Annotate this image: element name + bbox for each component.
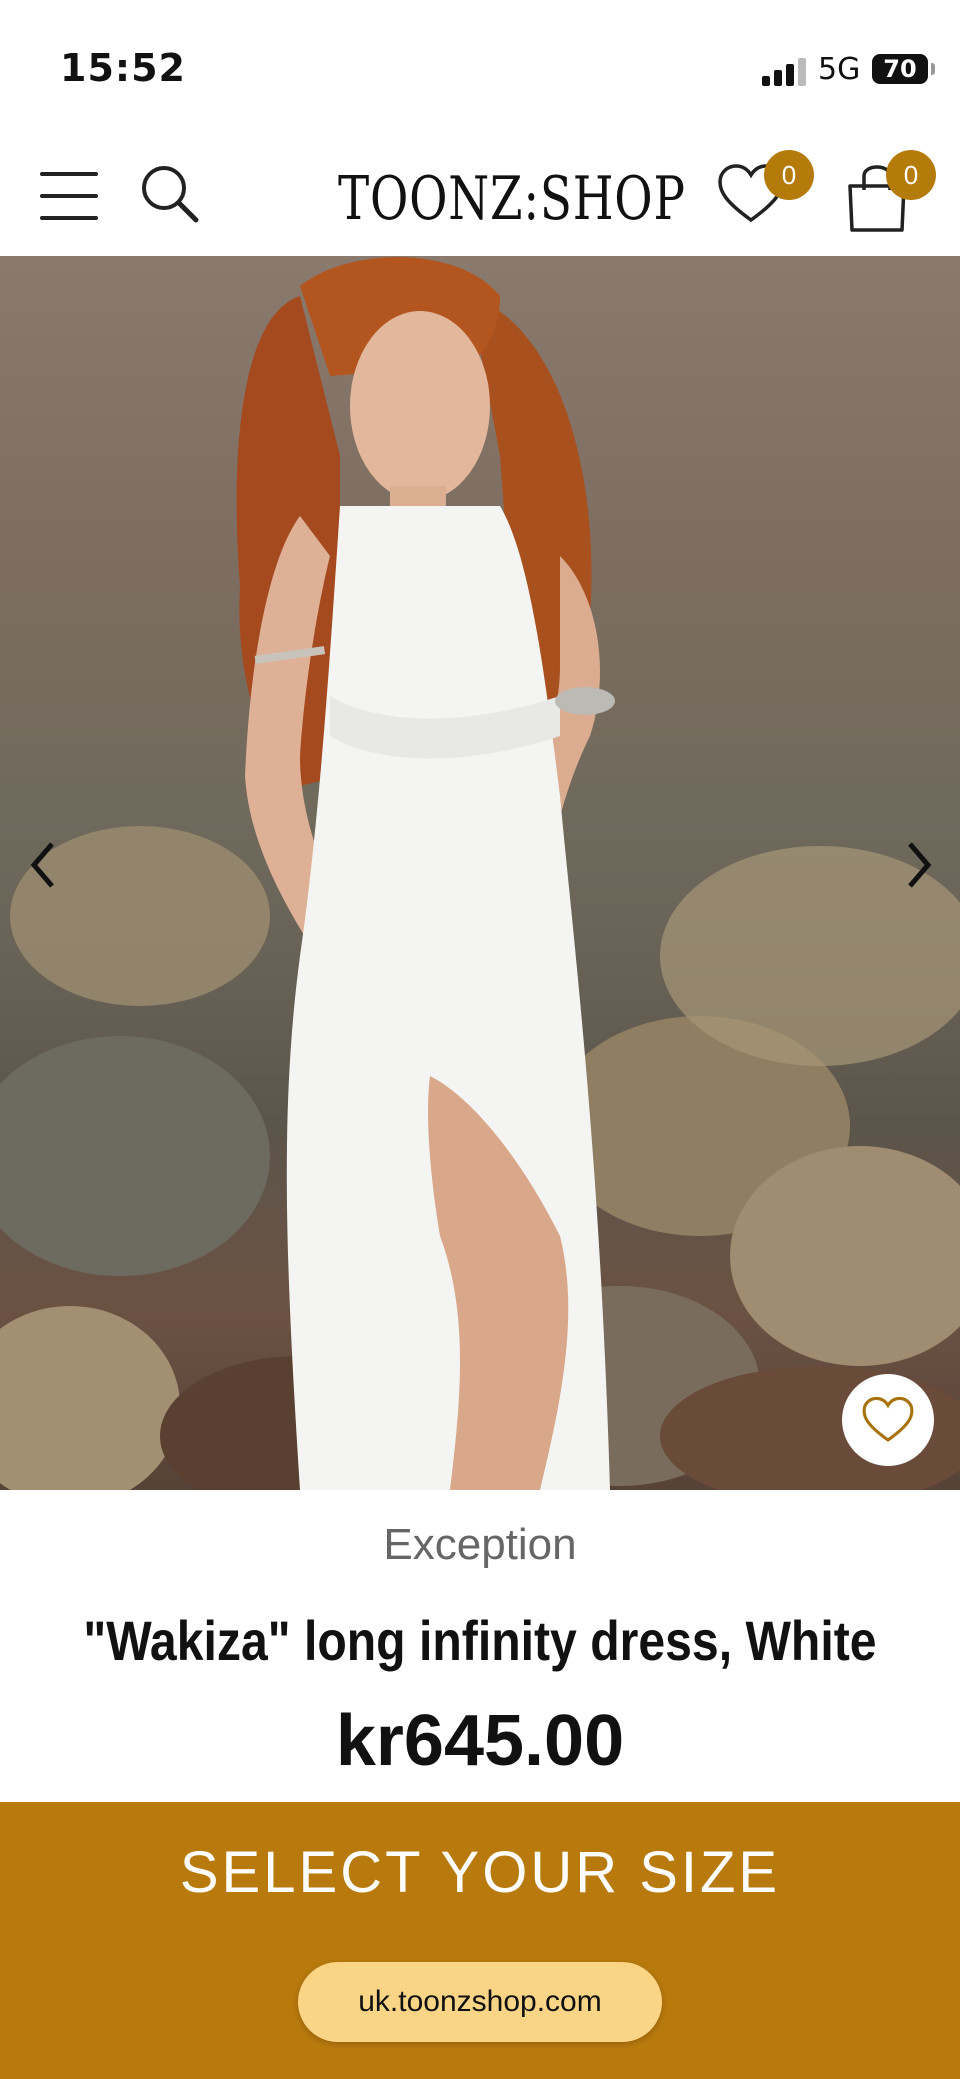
site-header: TOONZ:SHOP 0 0 bbox=[0, 140, 960, 256]
browser-url-bar[interactable]: uk.toonzshop.com bbox=[298, 1962, 662, 2042]
browser-url: uk.toonzshop.com bbox=[358, 1985, 602, 2018]
signal-icon bbox=[762, 56, 806, 86]
product-title: "Wakiza" long infinity dress, White bbox=[83, 1609, 877, 1672]
wishlist-count-badge: 0 bbox=[764, 150, 814, 200]
logo-text: TOONZ:SHOP bbox=[338, 164, 686, 234]
product-image-carousel[interactable] bbox=[0, 256, 960, 1490]
chevron-left-icon bbox=[30, 842, 54, 888]
wishlist-button[interactable]: 0 bbox=[716, 150, 814, 230]
product-brand[interactable]: Exception bbox=[0, 1520, 960, 1570]
next-image-arrow[interactable] bbox=[892, 830, 942, 900]
select-size-button[interactable]: SELECT YOUR SIZE bbox=[0, 1832, 960, 1912]
status-time: 15:52 bbox=[60, 46, 186, 90]
battery-icon: 70 bbox=[872, 54, 928, 84]
menu-icon[interactable] bbox=[40, 156, 98, 220]
chevron-right-icon bbox=[908, 842, 932, 888]
status-bar: 15:52 5G 70 bbox=[0, 0, 960, 140]
product-price: kr645.00 bbox=[335, 1701, 625, 1781]
select-size-bar: SELECT YOUR SIZE uk.toonzshop.com bbox=[0, 1802, 960, 2079]
battery-level: 70 bbox=[883, 55, 917, 83]
network-label: 5G bbox=[818, 52, 861, 87]
add-to-wishlist-button[interactable] bbox=[842, 1374, 934, 1466]
cart-count-badge: 0 bbox=[886, 150, 936, 200]
cart-button[interactable]: 0 bbox=[842, 150, 936, 236]
battery-tip bbox=[931, 63, 935, 75]
previous-image-arrow[interactable] bbox=[20, 830, 70, 900]
site-logo[interactable]: TOONZ:SHOP bbox=[320, 150, 685, 250]
heart-icon bbox=[862, 1396, 914, 1442]
search-icon[interactable] bbox=[136, 160, 206, 230]
product-photo bbox=[0, 257, 960, 1490]
